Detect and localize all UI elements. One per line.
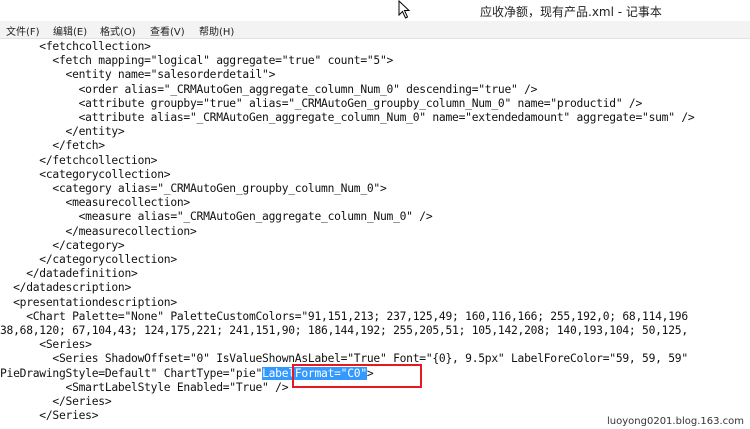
mouse-cursor-icon — [398, 0, 411, 19]
editor-line: <entity name="salesorderdetail"> — [0, 68, 276, 82]
title-bar: 应收净额，现有产品.xml - 记事本 — [0, 0, 750, 21]
editor-line: <SmartLabelStyle Enabled="True" /> — [0, 380, 289, 394]
editor-line: <fetchcollection> — [0, 40, 151, 53]
editor-line-prefix: PieDrawingStyle=Default" ChartType="pie" — [0, 366, 263, 380]
editor-line: </category> — [0, 238, 125, 252]
menu-format[interactable]: 格式(O) — [100, 23, 136, 38]
editor-line-with-selection: PieDrawingStyle=Default" ChartType="pie"… — [0, 366, 374, 381]
watermark: luoyong0201.blog.163.com — [605, 416, 746, 427]
editor-line: <category alias="_CRMAutoGen_groupby_col… — [0, 182, 387, 195]
editor-line: </entity> — [0, 125, 125, 139]
editor-line: </Series> — [0, 409, 99, 423]
selected-text-close: > — [366, 366, 374, 380]
editor-line: <order alias="_CRMAutoGen_aggregate_colu… — [0, 82, 538, 96]
editor-line: <presentationdescription> — [0, 295, 177, 309]
editor-line: <attribute groupby="true" alias="_CRMAut… — [0, 96, 643, 110]
editor-line: </categorycollection> — [0, 253, 177, 266]
menu-help[interactable]: 帮助(H) — [199, 23, 234, 38]
editor-line: <categorycollection> — [0, 167, 171, 181]
editor-line: <measure alias="_CRMAutoGen_aggregate_co… — [0, 210, 433, 224]
editor-line: </measurecollection> — [0, 224, 197, 238]
editor-line: 38,68,120; 67,104,43; 124,175,221; 241,1… — [0, 324, 688, 337]
editor-line: <fetch mapping="logical" aggregate="true… — [0, 54, 394, 68]
menu-bar: 文件(F) 编辑(E) 格式(O) 查看(V) 帮助(H) — [0, 21, 750, 39]
editor-line: <Series ShadowOffset="0" IsValueShownAsL… — [0, 352, 688, 366]
window-title: 应收净额，现有产品.xml - 记事本 — [480, 5, 662, 19]
editor-line: <measurecollection> — [0, 196, 191, 210]
editor-line: <attribute alias="_CRMAutoGen_aggregate_… — [0, 111, 695, 124]
editor-line: </fetch> — [0, 139, 105, 153]
menu-file[interactable]: 文件(F) — [6, 23, 40, 38]
menu-view[interactable]: 查看(V) — [150, 23, 185, 38]
editor-line: <Chart Palette="None" PaletteCustomColor… — [0, 309, 688, 323]
editor-line: <Series> — [0, 338, 92, 352]
text-editor-area[interactable]: <fetchcollection> <fetch mapping="logica… — [0, 40, 750, 429]
editor-line: </datadefinition> — [0, 267, 138, 281]
editor-line: </fetchcollection> — [0, 153, 158, 167]
editor-line: </Series> — [0, 395, 112, 408]
selected-text[interactable]: LabelFormat="C0" — [262, 366, 367, 380]
editor-line: </datadescription> — [0, 281, 132, 295]
menu-edit[interactable]: 编辑(E) — [53, 23, 87, 38]
